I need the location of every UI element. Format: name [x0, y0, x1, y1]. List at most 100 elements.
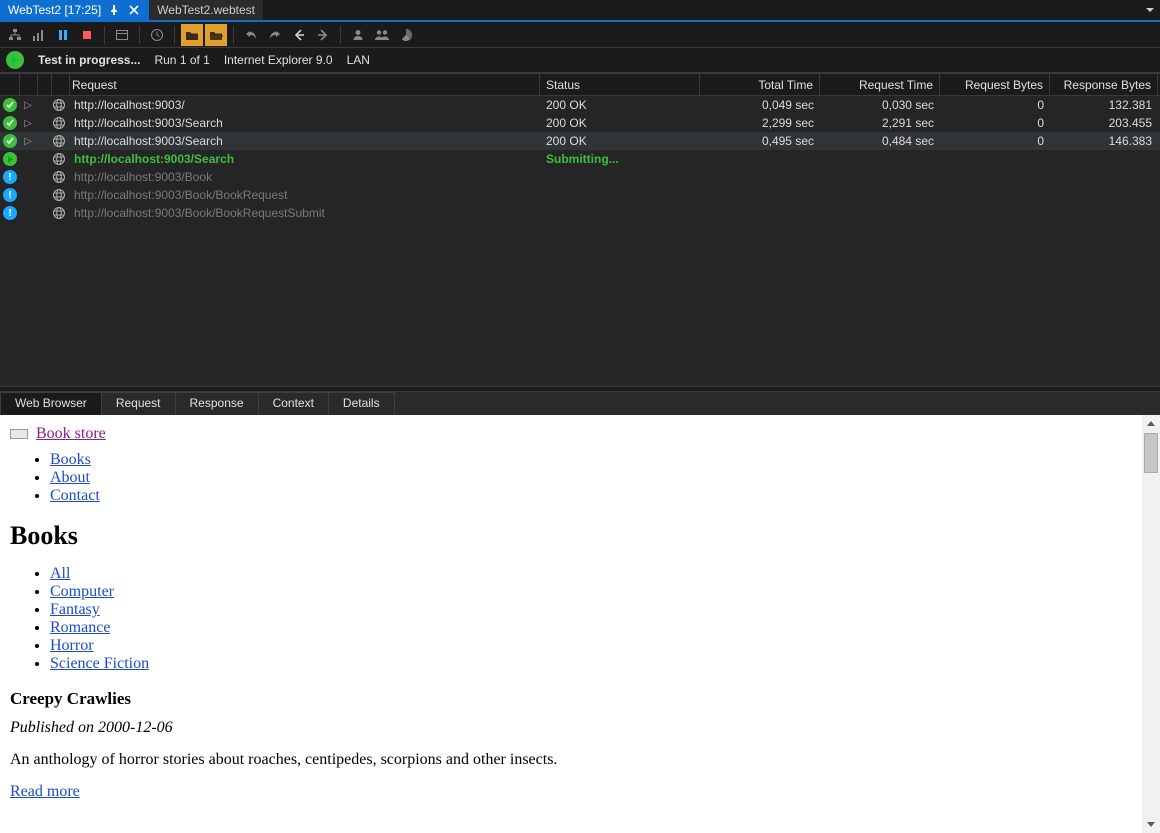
forward-arrow-icon[interactable]	[312, 24, 334, 46]
total-time: 0,495 sec	[700, 134, 820, 148]
document-tab-label: WebTest2 [17:25]	[8, 3, 101, 17]
category-link-romance[interactable]: Romance	[50, 619, 110, 636]
detail-tab-web-browser[interactable]: Web Browser	[0, 392, 102, 415]
stop-icon[interactable]	[76, 24, 98, 46]
page-heading: Books	[10, 521, 1138, 551]
request-row[interactable]: !http://localhost:9003/Book/BookRequestS…	[0, 204, 1160, 222]
scrollbar[interactable]	[1142, 415, 1160, 833]
request-url: http://localhost:9003/Search	[70, 116, 540, 130]
user-icon[interactable]	[347, 24, 369, 46]
success-icon	[3, 98, 17, 112]
success-icon	[3, 116, 17, 130]
total-time: 2,299 sec	[700, 116, 820, 130]
document-tab-strip: WebTest2 [17:25] WebTest2.webtest	[0, 0, 1160, 22]
response-bytes: 203.455	[1050, 116, 1158, 130]
users-icon[interactable]	[371, 24, 393, 46]
category-list: AllComputerFantasyRomanceHorrorScience F…	[10, 565, 1138, 673]
test-run-count: Run 1 of 1	[154, 53, 209, 67]
col-total-time[interactable]: Total Time	[700, 74, 820, 95]
expand-icon[interactable]: ▷	[22, 100, 34, 111]
document-tab-active[interactable]: WebTest2 [17:25]	[0, 0, 149, 20]
detail-tab-request[interactable]: Request	[101, 392, 176, 415]
request-status: 200 OK	[540, 116, 700, 130]
web-browser-pane: Book store BooksAboutContact Books AllCo…	[0, 415, 1160, 833]
request-url: http://localhost:9003/	[70, 98, 540, 112]
category-link-all[interactable]: All	[50, 565, 70, 582]
request-bytes: 0	[940, 98, 1050, 112]
request-time: 2,291 sec	[820, 116, 940, 130]
document-tab-inactive[interactable]: WebTest2.webtest	[149, 0, 263, 20]
col-request-bytes[interactable]: Request Bytes	[940, 74, 1050, 95]
pie-icon[interactable]	[395, 24, 417, 46]
undo-icon[interactable]	[240, 24, 262, 46]
hierarchy-icon[interactable]	[4, 24, 26, 46]
book-publish-date: Published on 2000-12-06	[10, 719, 1138, 737]
globe-icon	[52, 188, 66, 202]
nav-link-books[interactable]: Books	[50, 451, 91, 468]
category-link-computer[interactable]: Computer	[50, 583, 114, 600]
scroll-track[interactable]	[1142, 433, 1160, 815]
read-more-link[interactable]: Read more	[10, 783, 80, 800]
pending-icon: !	[3, 206, 17, 220]
globe-icon	[52, 134, 66, 148]
request-status: Submitting...	[540, 152, 700, 166]
book-title: Creepy Crawlies	[10, 689, 1138, 709]
request-grid: Request Status Total Time Request Time R…	[0, 74, 1160, 387]
request-status: 200 OK	[540, 98, 700, 112]
request-time: 0,484 sec	[820, 134, 940, 148]
col-request[interactable]: Request	[70, 74, 540, 95]
col-request-time[interactable]: Request Time	[820, 74, 940, 95]
tab-overflow-icon[interactable]	[1140, 0, 1160, 20]
response-bytes: 132.381	[1050, 98, 1158, 112]
category-link-science-fiction[interactable]: Science Fiction	[50, 655, 149, 672]
globe-icon	[52, 116, 66, 130]
site-title-link[interactable]: Book store	[36, 425, 106, 443]
detail-tab-response[interactable]: Response	[175, 392, 259, 415]
globe-icon	[52, 170, 66, 184]
folder-collapse-icon[interactable]	[181, 24, 203, 46]
detail-tab-context[interactable]: Context	[258, 392, 329, 415]
site-nav: BooksAboutContact	[10, 451, 1138, 505]
category-link-fantasy[interactable]: Fantasy	[50, 601, 100, 618]
request-bytes: 0	[940, 134, 1050, 148]
globe-icon	[52, 152, 66, 166]
request-row[interactable]: http://localhost:9003/SearchSubmitting..…	[0, 150, 1160, 168]
test-browser: Internet Explorer 9.0	[224, 53, 333, 67]
back-arrow-icon[interactable]	[288, 24, 310, 46]
site-logo-icon	[10, 429, 28, 439]
expand-icon[interactable]: ▷	[22, 136, 34, 147]
request-time: 0,030 sec	[820, 98, 940, 112]
test-status-title: Test in progress...	[38, 53, 140, 67]
close-icon[interactable]	[127, 3, 141, 17]
pin-icon[interactable]	[107, 3, 121, 17]
request-row[interactable]: ▷http://localhost:9003/200 OK0,049 sec0,…	[0, 96, 1160, 114]
request-status: 200 OK	[540, 134, 700, 148]
scroll-up-icon[interactable]	[1142, 415, 1160, 433]
expand-icon[interactable]: ▷	[22, 118, 34, 129]
request-row[interactable]: !http://localhost:9003/Book/BookRequest	[0, 186, 1160, 204]
request-url: http://localhost:9003/Book/BookRequest	[70, 188, 540, 202]
col-status[interactable]: Status	[540, 74, 700, 95]
document-tab-label: WebTest2.webtest	[157, 3, 255, 17]
request-row[interactable]: !http://localhost:9003/Book	[0, 168, 1160, 186]
clock-icon[interactable]	[146, 24, 168, 46]
test-network: LAN	[347, 53, 370, 67]
category-link-horror[interactable]: Horror	[50, 637, 94, 654]
request-row[interactable]: ▷ http://localhost:9003/Search200 OK2,299…	[0, 114, 1160, 132]
http-icon[interactable]	[111, 24, 133, 46]
pause-icon[interactable]	[52, 24, 74, 46]
chart-icon[interactable]	[28, 24, 50, 46]
redo-icon[interactable]	[264, 24, 286, 46]
test-status-bar: Test in progress... Run 1 of 1 Internet …	[0, 48, 1160, 74]
request-row[interactable]: ▷http://localhost:9003/Search200 OK0,495…	[0, 132, 1160, 150]
nav-link-contact[interactable]: Contact	[50, 487, 100, 504]
request-url: http://localhost:9003/Search	[70, 152, 540, 166]
col-response-bytes[interactable]: Response Bytes	[1050, 74, 1158, 95]
folder-expand-icon[interactable]	[205, 24, 227, 46]
detail-tab-details[interactable]: Details	[328, 392, 395, 415]
nav-link-about[interactable]: About	[50, 469, 90, 486]
scroll-thumb[interactable]	[1144, 433, 1158, 473]
book-description: An anthology of horror stories about roa…	[10, 751, 1138, 769]
scroll-down-icon[interactable]	[1142, 815, 1160, 833]
request-url: http://localhost:9003/Book	[70, 170, 540, 184]
